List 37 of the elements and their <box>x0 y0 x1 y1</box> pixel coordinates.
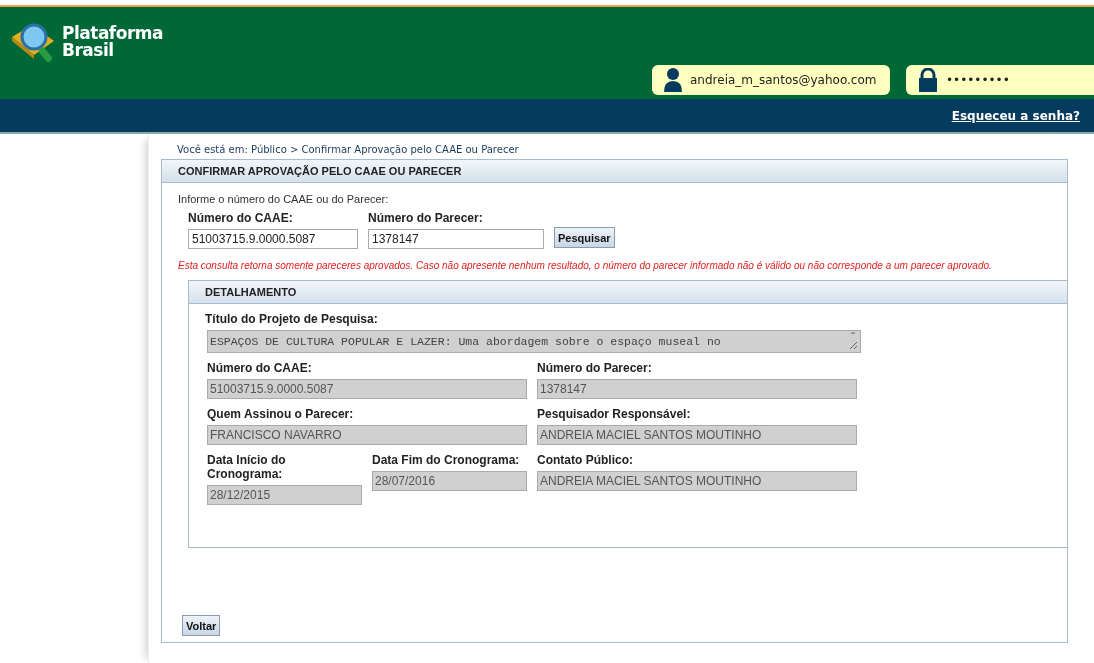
password-value: ••••••••• <box>946 73 1010 87</box>
person-icon <box>664 68 682 92</box>
logo-text: Plataforma <box>62 25 163 42</box>
panel-title: DETALHAMENTO <box>189 280 1067 304</box>
field-value: 28/12/2015 <box>210 488 271 502</box>
field-label: Número do Parecer: <box>537 361 653 375</box>
padlock-icon <box>918 68 938 92</box>
panel-title: CONFIRMAR APROVAÇÃO PELO CAAE OU PARECER <box>162 159 1067 183</box>
field-value: ANDREIA MACIEL SANTOS MOUTINHO <box>540 474 762 488</box>
field-label: Quem Assinou o Parecer: <box>207 407 355 421</box>
field-label: Número do Parecer: <box>368 211 484 225</box>
field-value: 1378147 <box>540 382 587 396</box>
resize-grip-icon <box>848 332 858 350</box>
field-label: Data Início do Cronograma: <box>207 453 287 481</box>
back-button[interactable]: Voltar <box>182 615 221 636</box>
email-field[interactable]: andreia_m_santos@yahoo.com <box>652 65 890 95</box>
field-label: Data Fim do Cronograma: <box>372 453 521 467</box>
field-label: Título do Projeto de Pesquisa: <box>205 312 379 326</box>
input-field[interactable]: 1378147 <box>368 229 544 249</box>
password-field[interactable]: ••••••••• <box>906 65 1094 95</box>
input-field[interactable]: 51003715.9.0000.5087 <box>188 229 358 249</box>
field-label: Contato Público: <box>537 453 634 467</box>
instruction-text: Informe o número do CAAE ou do Parecer: <box>178 193 390 205</box>
field-value: 28/07/2016 <box>375 474 436 488</box>
warning-text: Esta consulta retorna somente pareceres aprovados. Caso não apresente nenhum resultado, o número do parecer informado não é válido ou não corresponde a um parecer aprovado. <box>178 259 993 272</box>
field-value: ESPAÇOS DE CULTURA POPULAR E LAZER: Uma abordagem sobre o espaço museal no <box>210 335 721 348</box>
field-value: ANDREIA MACIEL SANTOS MOUTINHO <box>540 428 762 442</box>
search-button[interactable]: Pesquisar <box>554 227 615 248</box>
field-label: Pesquisador Responsável: <box>537 407 692 421</box>
field-value: 51003715.9.0000.5087 <box>210 382 334 396</box>
breadcrumb: Você está em: Público > Confirmar Aprovação pelo CAAE ou Parecer <box>177 144 520 155</box>
field-value: FRANCISCO NAVARRO <box>210 428 342 442</box>
forgot-password-link[interactable]: Esqueceu a senha? <box>951 108 1080 123</box>
logo-text: Brasil <box>62 42 115 59</box>
email-value: andreia_m_santos@yahoo.com <box>690 73 877 87</box>
field-label: Número do CAAE: <box>207 361 313 375</box>
field-label: Número do CAAE: <box>188 211 294 225</box>
